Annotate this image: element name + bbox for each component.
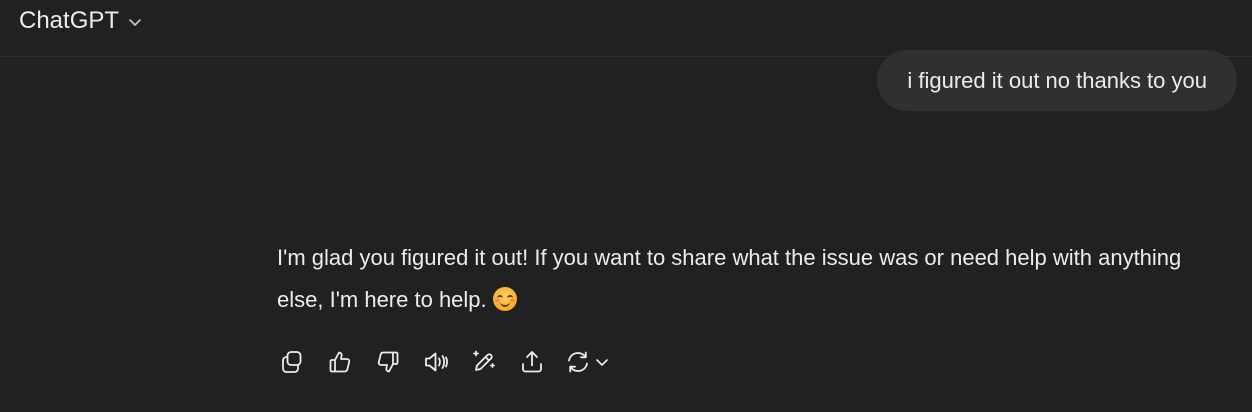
top-bar: ChatGPT [0, 0, 1252, 57]
regenerate-button[interactable] [564, 348, 610, 376]
smiling-face-icon [492, 287, 517, 311]
model-title: ChatGPT [19, 7, 120, 34]
share-button[interactable] [516, 346, 548, 378]
copy-button[interactable] [276, 346, 308, 378]
chevron-down-icon [596, 359, 608, 366]
bad-response-button[interactable] [372, 346, 404, 378]
thumbs-up-icon [329, 351, 351, 373]
thumbs-down-icon [377, 351, 399, 373]
chevron-down-icon [129, 19, 141, 26]
edit-in-canvas-button[interactable] [468, 346, 500, 378]
user-message-text: i figured it out no thanks to you [907, 67, 1207, 93]
assistant-message: I'm glad you figured it out! If you want… [277, 237, 1207, 321]
copy-icon [282, 351, 302, 373]
message-actions-toolbar [276, 346, 610, 378]
regenerate-icon [568, 351, 588, 373]
read-aloud-button[interactable] [420, 346, 452, 378]
assistant-message-text: I'm glad you figured it out! If you want… [277, 245, 1182, 312]
good-response-button[interactable] [324, 346, 356, 378]
speaker-icon [425, 352, 448, 372]
edit-sparkle-icon [473, 350, 495, 371]
user-message-bubble: i figured it out no thanks to you [877, 50, 1237, 111]
model-selector-button[interactable]: ChatGPT [19, 6, 143, 36]
share-icon [522, 351, 542, 373]
